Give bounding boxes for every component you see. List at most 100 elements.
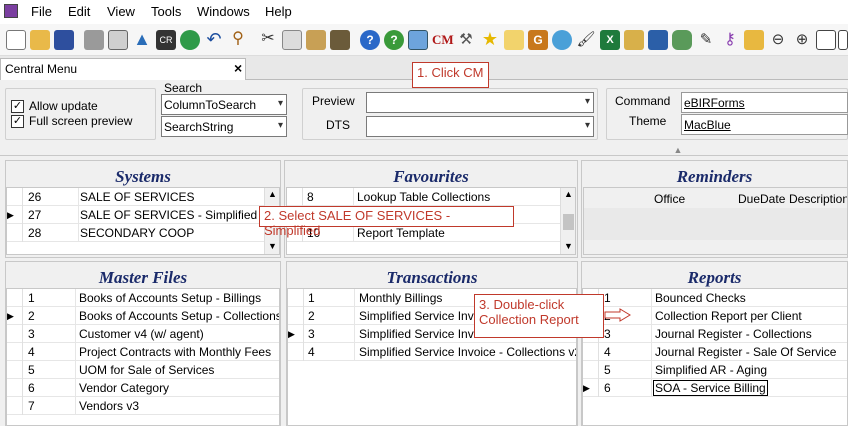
app-icon[interactable] (4, 4, 18, 18)
tools-icon[interactable]: ⚒ (456, 30, 476, 50)
menu-edit[interactable]: Edit (68, 4, 90, 19)
brush-icon[interactable]: 🖌 (576, 30, 596, 50)
search-icon[interactable]: ⚲ (228, 30, 248, 50)
table-row[interactable]: 4 Journal Register - Sale Of Service (583, 343, 847, 361)
row-header (7, 289, 23, 307)
menu-windows[interactable]: Windows (197, 4, 250, 19)
row-number: 1 (308, 291, 315, 305)
table-row[interactable]: 5 Simplified AR - Aging (583, 361, 847, 379)
user-icon[interactable] (552, 30, 572, 50)
allow-update-checkbox[interactable]: ✓ (11, 100, 24, 113)
column-separator (78, 188, 79, 206)
table-row[interactable]: 26 SALE OF SERVICES (7, 188, 279, 206)
console-icon[interactable]: CR (156, 30, 176, 50)
callout-step2: 2. Select SALE OF SERVICES - Simplified (259, 206, 514, 238)
undo-icon[interactable]: ↶ (204, 30, 224, 50)
window2-icon[interactable] (838, 30, 848, 50)
row-name: SALE OF SERVICES (80, 190, 195, 204)
column-header-duedate[interactable]: DueDate (738, 192, 785, 206)
new-icon[interactable] (6, 30, 26, 50)
table-row[interactable]: 28 SECONDARY COOP (7, 224, 279, 242)
table-row[interactable]: 8 Lookup Table Collections (287, 188, 575, 206)
column-to-search-select[interactable]: ColumnToSearch ▾ (161, 94, 287, 115)
table-row[interactable]: 1 Bounced Checks (583, 289, 847, 307)
zoom-in-icon[interactable]: ⊕ (792, 30, 812, 50)
menu-help[interactable]: Help (265, 4, 292, 19)
question-icon[interactable]: ? (384, 30, 404, 50)
table-row[interactable]: 6 Vendor Category (7, 379, 279, 397)
row-number: 28 (28, 226, 42, 240)
scroll-up-icon[interactable]: ▲ (564, 189, 573, 199)
row-header (288, 307, 304, 325)
theme-label: Theme (629, 114, 667, 128)
row-name: Monthly Billings (359, 291, 443, 305)
favourites-scrollbar[interactable]: ▲ ▼ (560, 188, 575, 254)
table-row[interactable]: 5 UOM for Sale of Services (7, 361, 279, 379)
table-row-selected[interactable]: ▶ 27 SALE OF SERVICES - Simplified (7, 206, 279, 224)
paste-icon[interactable] (306, 30, 326, 50)
column-header-office[interactable]: Office (654, 192, 685, 206)
open-icon[interactable] (30, 30, 50, 50)
scroll-down-icon[interactable]: ▼ (268, 241, 277, 251)
folder-icon[interactable] (648, 30, 668, 50)
calculator-icon[interactable] (408, 30, 428, 50)
scroll-down-icon[interactable]: ▼ (564, 241, 573, 251)
help-icon[interactable]: ? (360, 30, 380, 50)
row-name: Collection Report per Client (655, 309, 802, 323)
tab-central-menu[interactable]: Central Menu × (0, 58, 246, 80)
cm-icon[interactable]: CM (432, 30, 454, 50)
preview-select[interactable]: ▾ (366, 92, 594, 113)
scroll-thumb[interactable] (563, 214, 574, 230)
key-icon[interactable]: ⚷ (720, 30, 740, 50)
copy-icon[interactable] (282, 30, 302, 50)
scroll-up-icon[interactable]: ▲ (268, 189, 277, 199)
dts-select[interactable]: ▾ (366, 116, 594, 137)
search-string-select[interactable]: SearchString ▾ (161, 116, 287, 137)
menu-view[interactable]: View (107, 4, 135, 19)
table-row-selected[interactable]: ▶ 6 SOA - Service Billing (583, 379, 847, 397)
command-input[interactable]: eBIRForms (681, 92, 848, 113)
menu-file[interactable]: File (31, 4, 52, 19)
close-icon[interactable]: × (234, 60, 242, 76)
menu-bar: File Edit View Tools Windows Help (0, 0, 848, 24)
full-screen-preview-checkbox[interactable]: ✓ (11, 115, 24, 128)
table-row[interactable]: 1 Books of Accounts Setup - Billings (7, 289, 279, 307)
window-icon[interactable] (816, 30, 836, 50)
print-preview-icon[interactable] (108, 30, 128, 50)
table-row[interactable]: 7 Vendors v3 (7, 397, 279, 415)
g-icon[interactable]: G (528, 30, 548, 50)
zoom-out-icon[interactable]: ⊖ (768, 30, 788, 50)
table-row[interactable]: 3 Journal Register - Collections (583, 325, 847, 343)
column-separator (75, 289, 76, 307)
print-icon[interactable] (84, 30, 104, 50)
row-name: Vendors v3 (79, 399, 140, 413)
chevron-down-icon: ▾ (277, 98, 283, 109)
collapse-grip-icon[interactable]: ▲ (668, 146, 688, 155)
refresh-icon[interactable] (180, 30, 200, 50)
table-row[interactable]: 4 Simplified Service Invoice - Collection… (288, 343, 576, 361)
row-number: 5 (28, 363, 35, 377)
column-separator (354, 343, 355, 361)
column-header-description[interactable]: Description (789, 192, 847, 206)
lock-icon[interactable] (744, 30, 764, 50)
table-row[interactable]: 3 Customer v4 (w/ agent) (7, 325, 279, 343)
save-icon[interactable] (54, 30, 74, 50)
table-row-selected[interactable]: ▶ 2 Books of Accounts Setup - Collections (7, 307, 279, 325)
grid-icon[interactable] (330, 30, 350, 50)
pen-icon[interactable]: ✎ (696, 30, 716, 50)
cut-icon[interactable]: ✂ (258, 30, 278, 50)
db-icon[interactable] (672, 30, 692, 50)
callout-step1: 1. Click CM (412, 62, 489, 88)
dts-label: DTS (326, 118, 350, 132)
pin-icon[interactable] (504, 30, 524, 50)
menu-tools[interactable]: Tools (151, 4, 181, 19)
star-icon[interactable]: ★ (480, 30, 500, 50)
excel-icon[interactable]: X (600, 30, 620, 50)
row-name: SECONDARY COOP (80, 226, 195, 240)
image-icon[interactable] (624, 30, 644, 50)
row-header (288, 289, 304, 307)
table-row[interactable]: 4 Project Contracts with Monthly Fees (7, 343, 279, 361)
theme-input[interactable]: MacBlue (681, 114, 848, 135)
allow-update-label: Allow update (29, 99, 98, 113)
upload-icon[interactable]: ▲ (132, 30, 152, 50)
